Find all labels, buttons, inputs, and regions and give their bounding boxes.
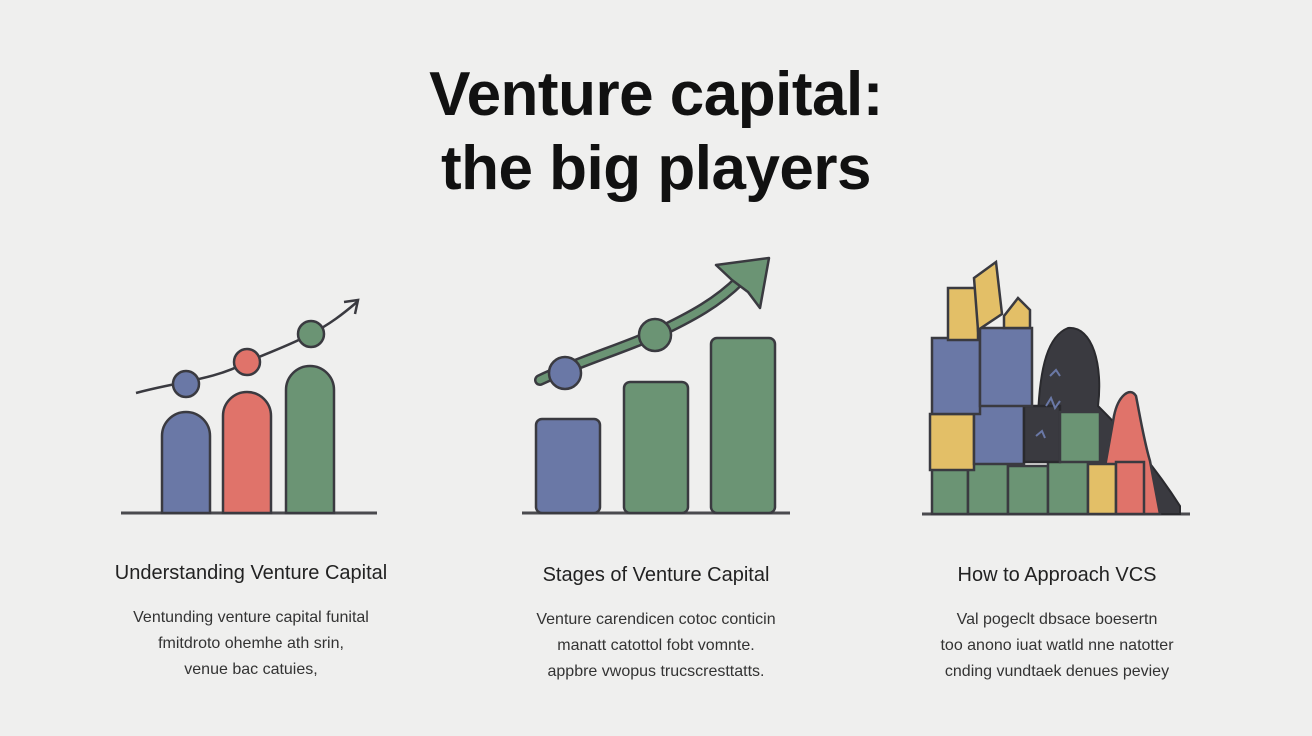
- bar-blue: [160, 410, 212, 515]
- bar-medium: [622, 380, 690, 515]
- column-heading: How to Approach VCS: [957, 564, 1157, 586]
- dot-red: [232, 347, 262, 377]
- column-heading: Stages of Venture Capital: [542, 564, 770, 586]
- block-yellow-low: [1086, 462, 1118, 516]
- description-line: Ventunding venture capital funital: [133, 609, 369, 626]
- description-line: manatt catottol fobt vomnte.: [557, 637, 755, 654]
- description-line: cnding vundtaek denues peviey: [944, 663, 1170, 680]
- description-line: fmitdroto ohemhe ath srin,: [158, 635, 344, 652]
- description-line: too anono iuat watld nne natotter: [940, 637, 1174, 654]
- block-green-mid: [1058, 410, 1102, 464]
- column-description: Ventunding venture capital funital fmitd…: [86, 605, 416, 683]
- block-green-1: [930, 466, 970, 516]
- block-blue-center: [978, 326, 1034, 408]
- dot-green: [637, 317, 673, 353]
- block-yellow-top-2: [972, 259, 1004, 333]
- block-yellow-mid: [928, 412, 976, 472]
- description-line: Val pogeclt dbsace boesertn: [956, 611, 1158, 628]
- block-blue-left: [930, 336, 982, 416]
- column-description: Venture carendicen cotoc conticin manatt…: [491, 607, 821, 685]
- block-green-4: [1046, 456, 1090, 516]
- description-line: appbre vwopus trucscresttatts.: [547, 663, 765, 680]
- stacked-blocks-icon: [922, 259, 1190, 516]
- dot-blue: [547, 355, 583, 391]
- block-red-low: [1114, 460, 1146, 516]
- rising-bars-trend-icon: [121, 298, 377, 515]
- block-blue-mid: [972, 402, 1026, 466]
- column-understanding: Understanding Venture Capital Ventunding…: [86, 562, 416, 683]
- growth-bars-arrow-icon: [522, 256, 790, 515]
- block-yellow-top-1: [946, 286, 980, 342]
- column-stages: Stages of Venture Capital Venture carend…: [491, 564, 821, 685]
- description-line: venue bac catuies,: [184, 661, 318, 678]
- bar-small: [534, 417, 602, 515]
- page-title: Venture capital: the big players: [0, 58, 1312, 206]
- title-line-2: the big players: [440, 134, 872, 203]
- block-yellow-top-3: [1002, 296, 1032, 330]
- block-green-3: [1006, 464, 1050, 516]
- column-heading: Understanding Venture Capital: [114, 562, 388, 584]
- bar-red: [221, 390, 273, 515]
- block-dark-mid: [1022, 404, 1062, 464]
- dot-green: [296, 319, 326, 349]
- title-line-1: Venture capital:: [429, 60, 883, 129]
- bar-green: [284, 364, 336, 515]
- column-approach: How to Approach VCS Val pogeclt dbsace b…: [892, 564, 1222, 685]
- description-line: Venture carendicen cotoc conticin: [536, 611, 776, 628]
- column-description: Val pogeclt dbsace boesertn too anono iu…: [892, 607, 1222, 685]
- dot-blue: [171, 369, 201, 399]
- bar-tall: [709, 336, 777, 515]
